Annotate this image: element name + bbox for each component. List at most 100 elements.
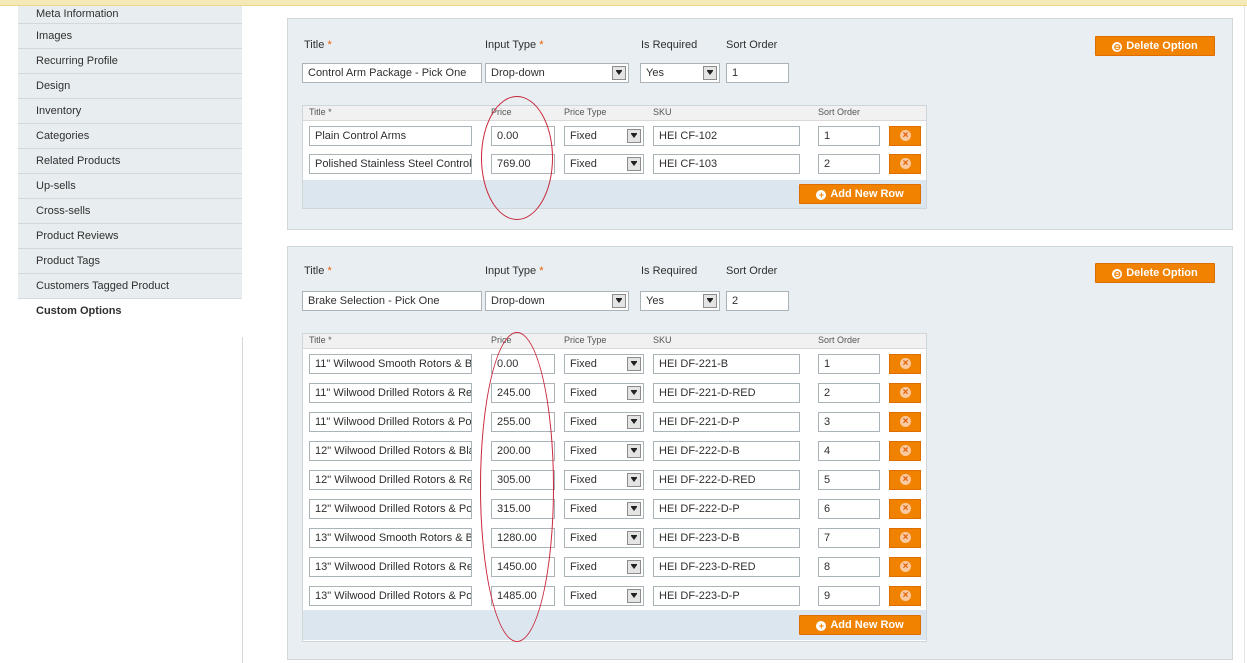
row-title-input[interactable]: 12" Wilwood Drilled Rotors & Red Caliper… [309,470,472,490]
row-sku-input[interactable]: HEI DF-223-D-P [653,586,800,606]
option-title-input[interactable]: Brake Selection - Pick One [302,291,482,311]
row-sort-input[interactable]: 4 [818,441,880,461]
row-price-type-select[interactable]: Fixed [564,412,644,432]
row-title-input[interactable]: 12" Wilwood Drilled Rotors & Black Calip… [309,441,472,461]
plus-icon: + [816,621,827,631]
row-price-type-select[interactable]: Fixed [564,470,644,490]
sidebar-item-label: Categories [36,130,90,142]
row-price-input[interactable]: 0.00 [491,126,555,146]
row-sku-input[interactable]: HEI CF-102 [653,126,800,146]
custom-option-box: Title * Input Type * Is Required Sort Or… [287,246,1233,660]
chevron-down-icon [703,66,717,80]
row-title-input[interactable]: 13" Wilwood Smooth Rotors & Black Calipe… [309,528,472,548]
sidebar-item-design[interactable]: Design [18,74,242,99]
sidebar-item-meta-information[interactable]: Meta Information [18,6,242,24]
delete-row-button[interactable] [889,528,921,548]
delete-row-button[interactable] [889,126,921,146]
row-sku-input[interactable]: HEI DF-223-D-B [653,528,800,548]
is-required-select[interactable]: Yes [640,291,720,311]
sidebar-item-cross-sells[interactable]: Cross-sells [18,199,242,224]
row-sort-input[interactable]: 6 [818,499,880,519]
row-price-type-select[interactable]: Fixed [564,441,644,461]
delete-row-button[interactable] [889,383,921,403]
sidebar-item-customers-tagged-product[interactable]: Customers Tagged Product [18,274,242,299]
row-price-type-select[interactable]: Fixed [564,354,644,374]
delete-option-button[interactable]: ⊖ Delete Option [1095,36,1215,56]
sidebar-item-inventory[interactable]: Inventory [18,99,242,124]
row-sort-input[interactable]: 5 [818,470,880,490]
row-sku-input[interactable]: HEI DF-221-D-RED [653,383,800,403]
row-price-input[interactable]: 245.00 [491,383,555,403]
delete-row-button[interactable] [889,499,921,519]
sidebar-item-product-tags[interactable]: Product Tags [18,249,242,274]
delete-row-button[interactable] [889,412,921,432]
row-price-input[interactable]: 315.00 [491,499,555,519]
row-title-input[interactable]: Polished Stainless Steel Control Arms [309,154,472,174]
row-price-type-select[interactable]: Fixed [564,499,644,519]
row-title-input[interactable]: 11" Wilwood Drilled Rotors & Red Caliper… [309,383,472,403]
sidebar-item-custom-options[interactable]: Custom Options [18,299,242,323]
row-price-input[interactable]: 769.00 [491,154,555,174]
add-new-row-button[interactable]: + Add New Row [799,184,921,204]
row-price-input[interactable]: 1450.00 [491,557,555,577]
row-price-type-select[interactable]: Fixed [564,586,644,606]
input-type-select[interactable]: Drop-down [485,291,629,311]
add-new-row-button[interactable]: + Add New Row [799,615,921,635]
row-sort-input[interactable]: 9 [818,586,880,606]
row-price-input[interactable]: 200.00 [491,441,555,461]
row-price-input[interactable]: 1280.00 [491,528,555,548]
delete-row-button[interactable] [889,586,921,606]
option-sort-order-input[interactable]: 1 [726,63,789,83]
row-sort-input[interactable]: 1 [818,126,880,146]
sidebar-item-product-reviews[interactable]: Product Reviews [18,224,242,249]
sidebar-item-images[interactable]: Images [18,24,242,49]
sidebar-item-related-products[interactable]: Related Products [18,149,242,174]
row-title-input[interactable]: 11" Wilwood Smooth Rotors & Black Calipe… [309,354,472,374]
option-title-input[interactable]: Control Arm Package - Pick One [302,63,482,83]
row-sku-input[interactable]: HEI DF-222-D-P [653,499,800,519]
is-required-select[interactable]: Yes [640,63,720,83]
row-price-type-select[interactable]: Fixed [564,383,644,403]
sidebar-item-up-sells[interactable]: Up-sells [18,174,242,199]
row-sku-input[interactable]: HEI DF-223-D-RED [653,557,800,577]
row-sort-input[interactable]: 2 [818,154,880,174]
row-price-type-select[interactable]: Fixed [564,154,644,174]
sidebar-item-label: Cross-sells [36,205,91,217]
input-type-select[interactable]: Drop-down [485,63,629,83]
row-price-input[interactable]: 255.00 [491,412,555,432]
row-price-input[interactable]: 0.00 [491,354,555,374]
row-title-input[interactable]: 13" Wilwood Drilled Rotors & Polished Ca… [309,586,472,606]
row-sort-input[interactable]: 2 [818,383,880,403]
row-title-input[interactable]: 11" Wilwood Drilled Rotors & Polished Ca… [309,412,472,432]
row-price-type-select[interactable]: Fixed [564,528,644,548]
row-sku-input[interactable]: HEI CF-103 [653,154,800,174]
chevron-down-icon [627,357,641,371]
row-price-type-select[interactable]: Fixed [564,557,644,577]
sidebar-item-label: Design [36,80,71,92]
row-sku-input[interactable]: HEI DF-221-D-P [653,412,800,432]
chevron-down-icon [627,531,641,545]
delete-option-button[interactable]: ⊖ Delete Option [1095,263,1215,283]
delete-row-button[interactable] [889,470,921,490]
delete-row-button[interactable] [889,354,921,374]
delete-row-button[interactable] [889,557,921,577]
option-sort-order-input[interactable]: 2 [726,291,789,311]
row-title-input[interactable]: Plain Control Arms [309,126,472,146]
sidebar-item-recurring-profile[interactable]: Recurring Profile [18,49,242,74]
row-sort-input[interactable]: 1 [818,354,880,374]
row-sku-input[interactable]: HEI DF-222-D-B [653,441,800,461]
row-price-type-select[interactable]: Fixed [564,126,644,146]
row-price-input[interactable]: 1485.00 [491,586,555,606]
delete-row-button[interactable] [889,154,921,174]
row-title-input[interactable]: 12" Wilwood Drilled Rotors & Polished Ca… [309,499,472,519]
row-title-input[interactable]: 13" Wilwood Drilled Rotors & Red Caliper… [309,557,472,577]
delete-row-button[interactable] [889,441,921,461]
row-sort-input[interactable]: 8 [818,557,880,577]
row-price-input[interactable]: 305.00 [491,470,555,490]
row-sort-input[interactable]: 3 [818,412,880,432]
sidebar-item-categories[interactable]: Categories [18,124,242,149]
row-sku-input[interactable]: HEI DF-221-B [653,354,800,374]
row-sort-input[interactable]: 7 [818,528,880,548]
row-sku-input[interactable]: HEI DF-222-D-RED [653,470,800,490]
table-footer-row: + Add New Row [303,180,926,208]
